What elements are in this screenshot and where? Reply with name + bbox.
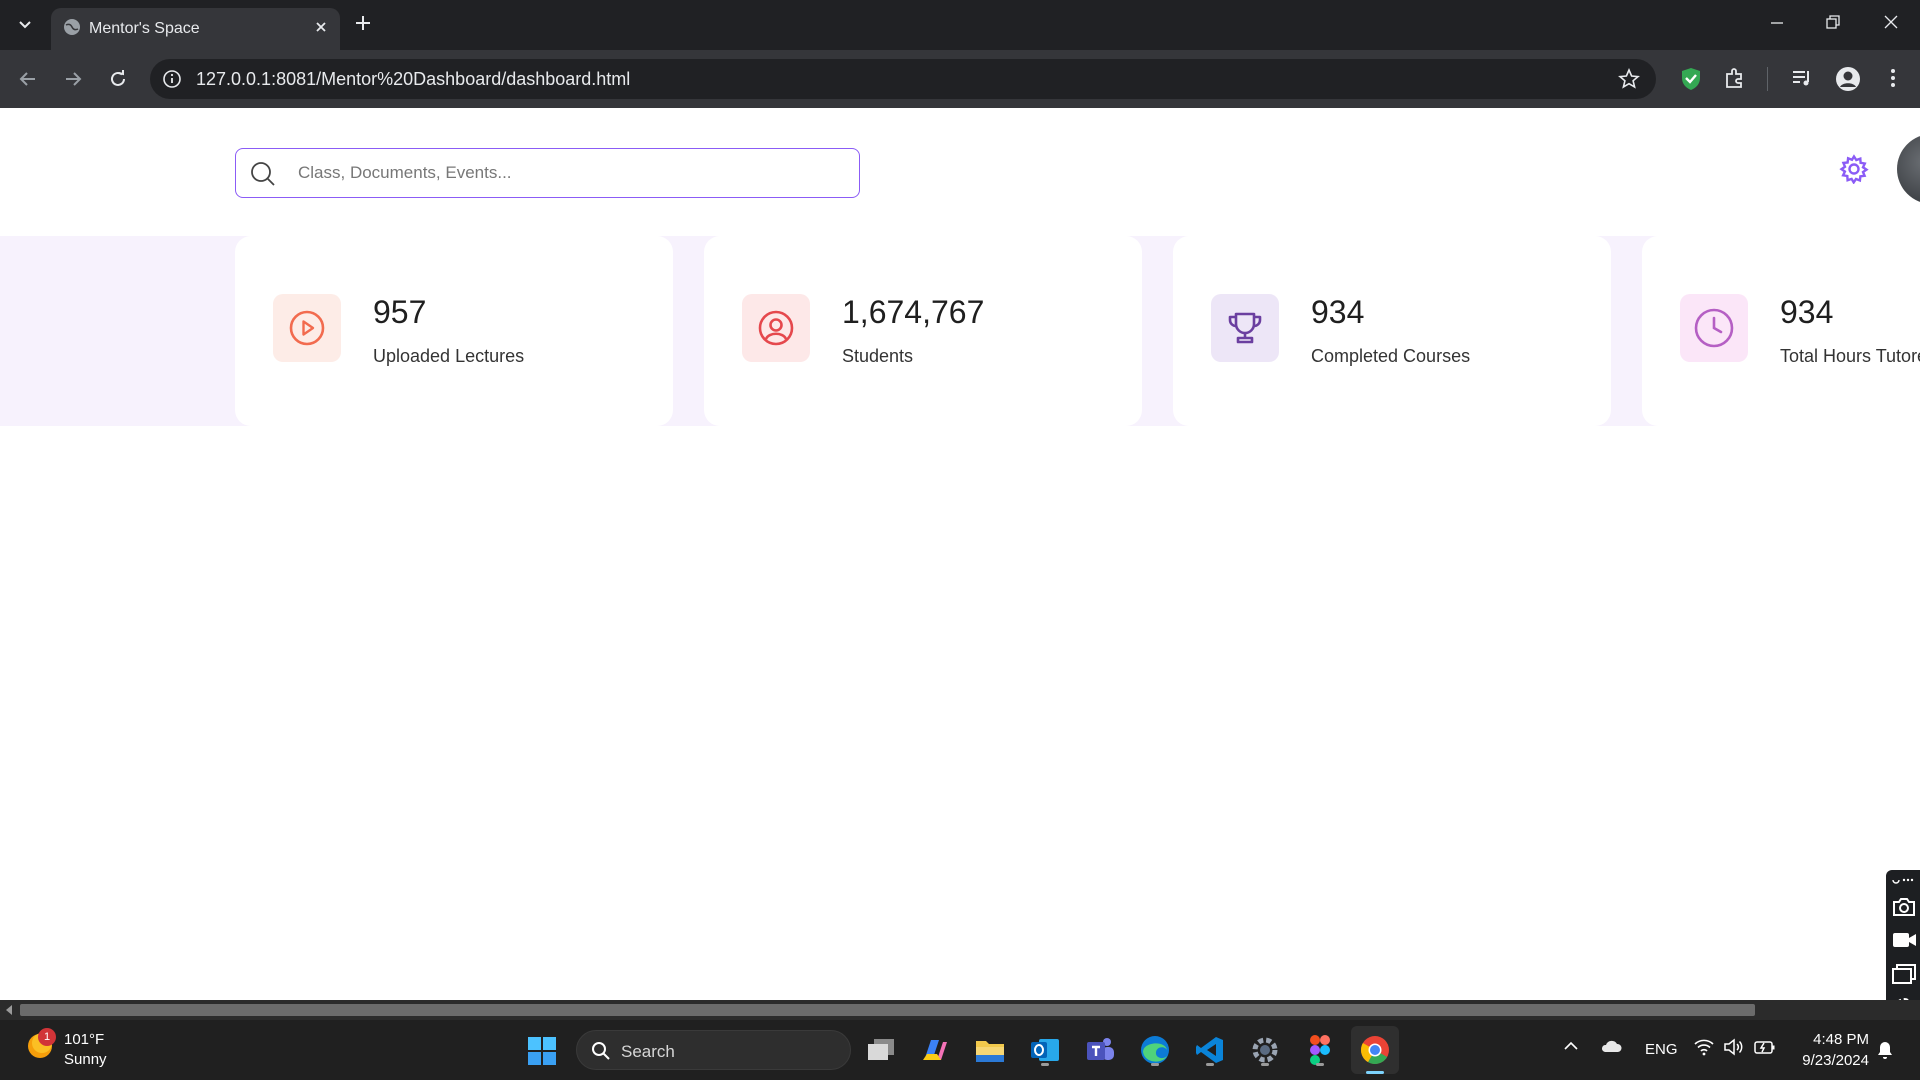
video-camera-icon[interactable] [1891, 930, 1917, 950]
weather-alert-badge: 1 [38, 1028, 56, 1046]
browser-toolbar: 127.0.0.1:8081/Mentor%20Dashboard/dashbo… [0, 50, 1920, 108]
browser-tab-strip: Mentor's Space [0, 0, 1920, 50]
kebab-menu-icon[interactable] [1885, 66, 1901, 90]
clock-time[interactable]: 4:48 PM [1797, 1031, 1869, 1048]
avatar[interactable] [1897, 134, 1920, 204]
window-capture-icon[interactable] [1891, 963, 1917, 985]
running-indicator [1041, 1063, 1049, 1066]
chevron-up-icon[interactable] [1563, 1038, 1579, 1054]
shield-extension-icon[interactable] [1678, 66, 1704, 92]
file-explorer-icon[interactable] [972, 1032, 1008, 1068]
volume-icon[interactable] [1723, 1038, 1745, 1056]
reload-button[interactable] [106, 67, 130, 91]
camera-icon[interactable] [1891, 896, 1917, 918]
stat-card-lectures: 957 Uploaded Lectures [235, 236, 673, 426]
notification-bell-icon[interactable] [1876, 1040, 1894, 1060]
taskbar-search[interactable]: Search [576, 1030, 851, 1070]
windows-start-icon[interactable] [527, 1036, 557, 1066]
weather-condition: Sunny [64, 1051, 107, 1068]
media-controls-icon[interactable] [1790, 66, 1814, 90]
battery-charging-icon[interactable] [1754, 1038, 1776, 1056]
tab-title: Mentor's Space [89, 20, 200, 37]
running-indicator [1206, 1063, 1214, 1066]
taskbar-search-label: Search [621, 1042, 675, 1061]
settings-app-icon[interactable] [1247, 1032, 1283, 1068]
search-box[interactable] [235, 148, 860, 198]
puzzle-extensions-icon[interactable] [1723, 66, 1747, 90]
running-indicator [1151, 1063, 1159, 1066]
browser-tab-active[interactable]: Mentor's Space [51, 8, 340, 50]
vscode-icon[interactable] [1192, 1032, 1228, 1068]
capture-menu-icon[interactable] [1891, 874, 1915, 886]
stat-label: Students [842, 346, 914, 366]
settings-gear-icon[interactable] [1839, 154, 1869, 184]
forward-button[interactable] [61, 67, 85, 91]
scroll-left-icon[interactable] [6, 1005, 14, 1015]
stat-label: Uploaded Lectures [373, 346, 525, 366]
plus-icon [356, 16, 370, 30]
arrow-right-icon [66, 72, 82, 86]
bookmark-star-icon[interactable] [1618, 68, 1640, 90]
search-icon [250, 161, 276, 187]
weather-temperature: 101°F [64, 1031, 105, 1048]
teams-icon[interactable] [1082, 1032, 1118, 1068]
chevron-down-icon [19, 21, 31, 29]
search-input[interactable] [298, 149, 838, 196]
stat-value: 1,674,767 [842, 294, 985, 330]
search-icon [591, 1041, 611, 1061]
site-info-icon[interactable] [162, 69, 182, 89]
windows-taskbar: 1 101°F Sunny Search ENG 4:48 PM 9/23/20… [0, 1020, 1920, 1080]
minimize-icon [1771, 22, 1783, 24]
tab-search-button[interactable] [8, 10, 42, 40]
running-indicator [1316, 1063, 1324, 1066]
reload-icon [111, 70, 125, 86]
stat-card-hours: 934 Total Hours Tutored [1642, 236, 1920, 426]
stat-value: 934 [1780, 294, 1834, 330]
stat-card-students: 1,674,767 Students [704, 236, 1142, 426]
new-tab-button[interactable] [352, 12, 374, 34]
address-bar[interactable]: 127.0.0.1:8081/Mentor%20Dashboard/dashbo… [150, 59, 1656, 99]
trophy-icon [1211, 294, 1279, 362]
running-indicator [1366, 1071, 1384, 1074]
url-text[interactable]: 127.0.0.1:8081/Mentor%20Dashboard/dashbo… [196, 69, 630, 90]
outlook-icon[interactable] [1027, 1032, 1063, 1068]
figma-icon[interactable] [1302, 1032, 1338, 1068]
toolbar-separator [1767, 67, 1768, 91]
user-circle-icon [742, 294, 810, 362]
minimize-button[interactable] [1767, 12, 1787, 32]
edge-icon[interactable] [1137, 1032, 1173, 1068]
language-indicator[interactable]: ENG [1645, 1041, 1678, 1058]
restore-icon [1826, 15, 1840, 29]
profile-icon[interactable] [1835, 66, 1861, 92]
scrollbar-thumb[interactable] [20, 1004, 1755, 1016]
stat-label: Total Hours Tutored [1780, 346, 1920, 366]
restore-button[interactable] [1823, 12, 1843, 32]
stat-card-courses: 934 Completed Courses [1173, 236, 1611, 426]
stat-label: Completed Courses [1311, 346, 1471, 366]
chrome-icon[interactable] [1351, 1026, 1399, 1074]
clock-icon [1680, 294, 1748, 362]
horizontal-scrollbar[interactable] [0, 1000, 1920, 1020]
close-window-button[interactable] [1881, 12, 1901, 32]
close-icon [1884, 15, 1898, 29]
running-indicator [1261, 1063, 1269, 1066]
stat-value: 957 [373, 294, 427, 330]
close-icon[interactable] [312, 18, 330, 36]
back-button[interactable] [16, 67, 40, 91]
onedrive-cloud-icon[interactable] [1600, 1038, 1622, 1054]
task-view-icon[interactable] [863, 1032, 899, 1068]
clock-date[interactable]: 9/23/2024 [1790, 1052, 1869, 1069]
stat-value: 934 [1311, 294, 1365, 330]
play-circle-icon [273, 294, 341, 362]
globe-icon [63, 18, 81, 36]
copilot-icon[interactable] [917, 1032, 953, 1068]
arrow-left-icon [19, 72, 35, 86]
dashboard-page: 957 Uploaded Lectures 1,674,767 Students… [0, 108, 1920, 1000]
wifi-icon[interactable] [1694, 1038, 1714, 1056]
